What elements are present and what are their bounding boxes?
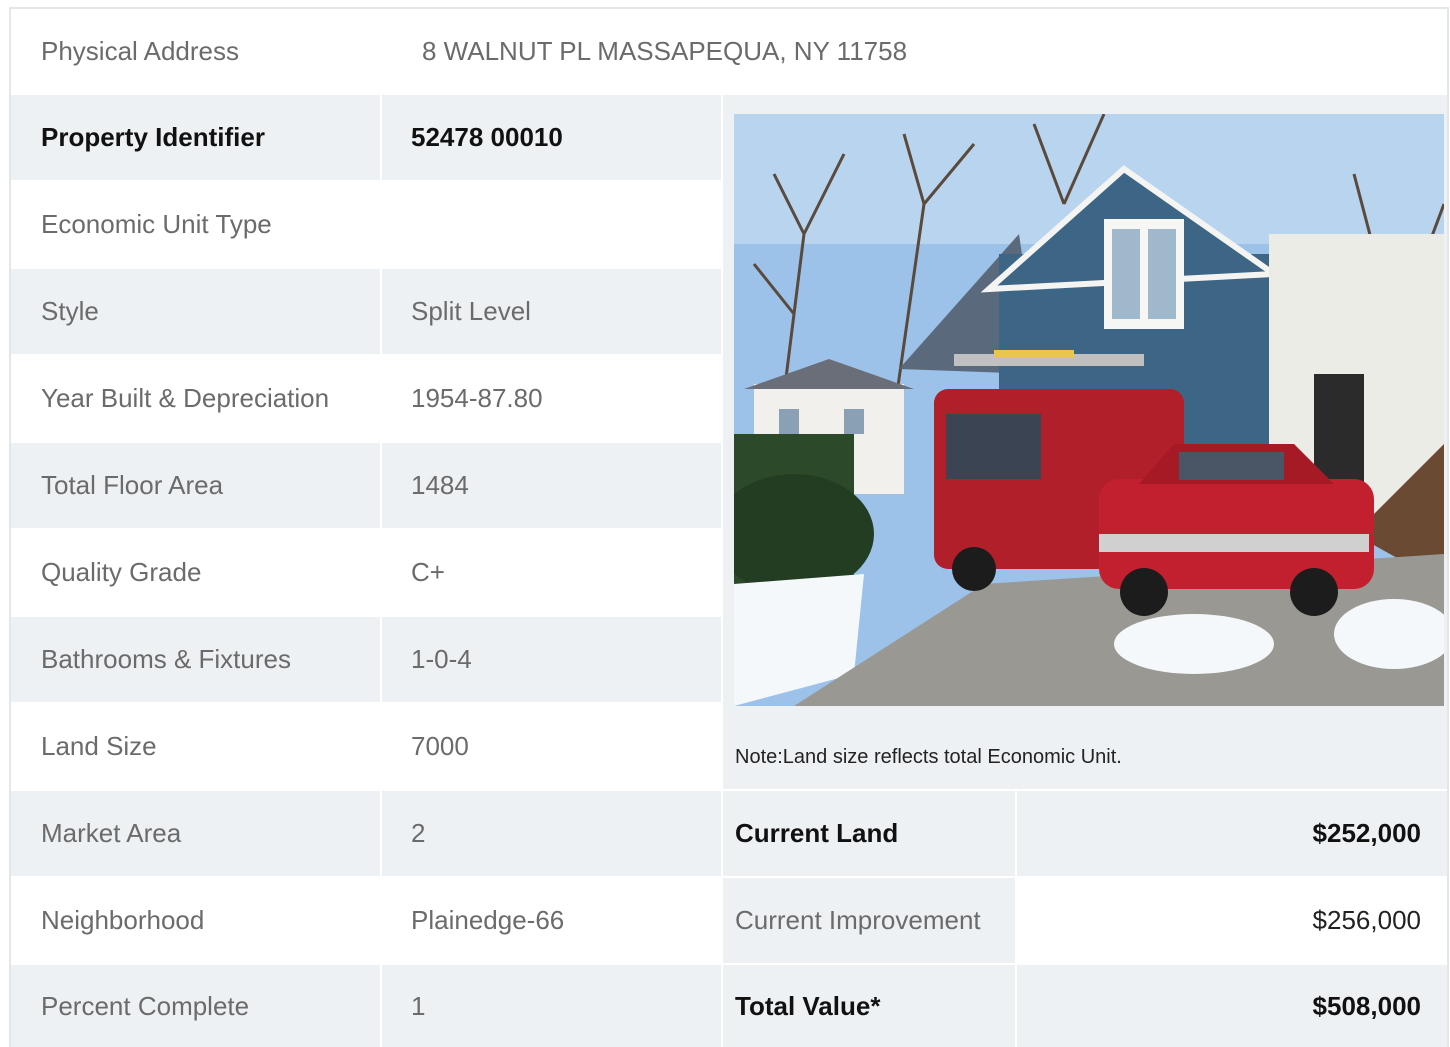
- current-land-label-cell: Current Land: [723, 791, 1015, 876]
- current-improvement-value: $256,000: [1312, 905, 1421, 935]
- property-photo: [734, 114, 1444, 706]
- row-percent-complete-value: 1: [382, 965, 721, 1047]
- row-style-value: Split Level: [382, 269, 721, 354]
- current-land-label: Current Land: [735, 818, 899, 848]
- row-style-label: Style: [11, 269, 380, 354]
- row-total-floor-area-label: Total Floor Area: [11, 443, 380, 528]
- row-neighborhood-value: Plainedge-66: [382, 878, 721, 963]
- top-border: [9, 7, 1449, 9]
- current-land-value: $252,000: [1312, 818, 1421, 848]
- land-size-note: Note:Land size reflects total Economic U…: [735, 746, 1122, 768]
- total-value-value-cell: $508,000: [1017, 965, 1447, 1047]
- row-property-identifier-label: Property Identifier: [11, 95, 380, 180]
- row-bathrooms-value: 1-0-4: [382, 617, 721, 702]
- row-market-area-value: 2: [382, 791, 721, 876]
- house-illustration: [734, 114, 1444, 706]
- row-neighborhood-label: Neighborhood: [11, 878, 380, 963]
- address-value-cell: 8 WALNUT PL MASSAPEQUA, NY 11758: [382, 9, 1447, 93]
- row-year-built-value: 1954-87.80: [382, 356, 721, 441]
- row-year-built-label: Year Built & Depreciation: [11, 356, 380, 441]
- row-quality-grade-value: C+: [382, 530, 721, 615]
- row-percent-complete-label: Percent Complete: [11, 965, 380, 1047]
- row-bathrooms-label: Bathrooms & Fixtures: [11, 617, 380, 702]
- row-market-area-label: Market Area: [11, 791, 380, 876]
- current-improvement-label-cell: Current Improvement: [723, 878, 1015, 963]
- total-value-label: Total Value*: [735, 990, 881, 1021]
- left-border: [9, 7, 11, 1047]
- address-label-cell: Physical Address: [11, 9, 380, 93]
- row-quality-grade-label: Quality Grade: [11, 530, 380, 615]
- current-improvement-value-cell: $256,000: [1017, 878, 1447, 963]
- current-improvement-label: Current Improvement: [735, 905, 981, 935]
- current-land-value-cell: $252,000: [1017, 791, 1447, 876]
- row-total-floor-area-value: 1484: [382, 443, 721, 528]
- address-label: Physical Address: [41, 35, 239, 66]
- row-economic-unit-type-value: [382, 182, 721, 267]
- address-value: 8 WALNUT PL MASSAPEQUA, NY 11758: [422, 35, 908, 66]
- row-land-size-label: Land Size: [11, 704, 380, 789]
- total-value-label-cell: Total Value*: [723, 965, 1015, 1047]
- row-economic-unit-type-label: Economic Unit Type: [11, 182, 380, 267]
- right-border: [1447, 7, 1449, 1047]
- row-land-size-value: 7000: [382, 704, 721, 789]
- row-property-identifier-value: 52478 00010: [382, 95, 721, 180]
- total-value-value: $508,000: [1312, 990, 1421, 1021]
